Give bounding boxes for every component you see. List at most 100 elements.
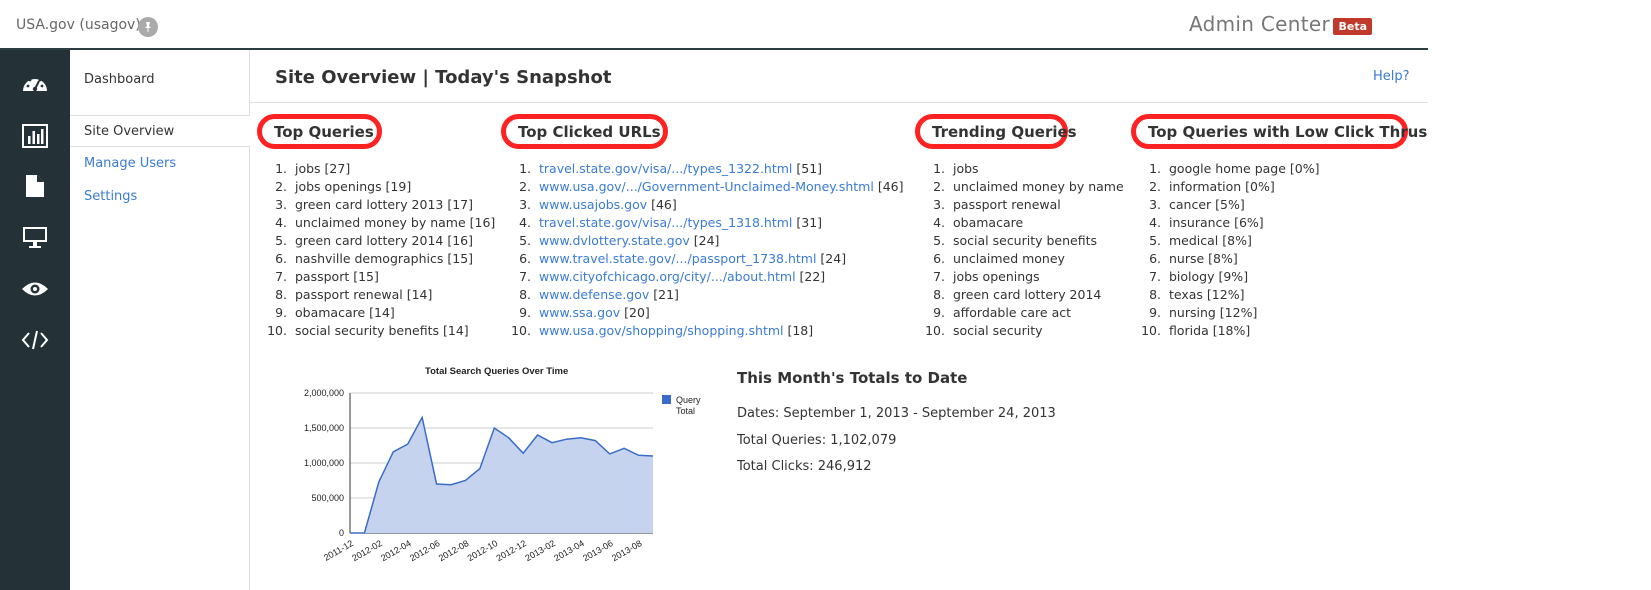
site-name: USA.gov (usagov)	[16, 17, 141, 33]
x-tick-label: 2013-04	[552, 538, 586, 563]
query-text: obamacare [14]	[295, 305, 395, 320]
query-text: unclaimed money by name	[953, 179, 1124, 194]
list-item: 7. biology [9%]	[1139, 268, 1320, 286]
rank-number: 5.	[519, 233, 531, 248]
list-item: 1. jobs	[923, 160, 1124, 178]
x-tick-label: 2013-06	[581, 538, 615, 563]
low-click-thrus-list: 1. google home page [0%] 2. information [0%…	[1139, 160, 1320, 340]
url-link[interactable]: www.dvlottery.state.gov	[539, 233, 690, 248]
y-tick-label: 500,000	[311, 493, 344, 503]
list-item[interactable]: 9. www.ssa.gov [20]	[509, 304, 903, 322]
top-clicked-urls-list: 1. travel.state.gov/visa/.../types_1322.h…	[509, 160, 903, 340]
rank-number: 3.	[933, 197, 945, 212]
url-link[interactable]: travel.state.gov/visa/.../types_1318.htm…	[539, 215, 792, 230]
document-icon[interactable]	[20, 171, 50, 201]
x-tick-label: 2012-06	[408, 538, 442, 563]
list-item: 4. unclaimed money by name [16]	[265, 214, 495, 232]
list-item[interactable]: 7. www.cityofchicago.org/city/.../about.h…	[509, 268, 903, 286]
query-text: medical [8%]	[1169, 233, 1252, 248]
dashboard-gauge-icon[interactable]	[20, 69, 50, 99]
pin-icon[interactable]	[138, 17, 158, 37]
url-link[interactable]: www.cityofchicago.org/city/.../about.htm…	[539, 269, 796, 284]
top-queries-list: 1. jobs [27] 2. jobs openings [19] 3. green c…	[265, 160, 495, 340]
nav-settings[interactable]: Settings	[84, 189, 137, 204]
help-link[interactable]: Help?	[1373, 69, 1410, 84]
totals-title: This Month's Totals to Date	[737, 369, 968, 387]
rank-number: 8.	[1149, 287, 1161, 302]
nav-manage-users[interactable]: Manage Users	[84, 156, 176, 171]
query-text: biology [9%]	[1169, 269, 1249, 284]
nav-dashboard[interactable]: Dashboard	[84, 72, 155, 87]
total-queries-chart: Total Search Queries Over Time 2,000,000 1…	[304, 366, 701, 563]
rank-number: 6.	[519, 251, 531, 266]
click-count: [31]	[792, 215, 823, 230]
list-item: 7. jobs openings	[923, 268, 1124, 286]
list-item: 2. jobs openings [19]	[265, 178, 495, 196]
nav-site-overview[interactable]: Site Overview	[70, 116, 250, 146]
legend-swatch	[662, 395, 671, 404]
click-count: [22]	[795, 269, 826, 284]
list-item[interactable]: 6. www.travel.state.gov/.../passport_1738…	[509, 250, 903, 268]
list-item: 5. green card lottery 2014 [16]	[265, 232, 495, 250]
query-text: florida [18%]	[1169, 323, 1251, 338]
rank-number: 7.	[519, 269, 531, 284]
list-item: 5. social security benefits	[923, 232, 1124, 250]
url-link[interactable]: www.usa.gov/.../Government-Unclaimed-Mon…	[539, 179, 874, 194]
click-count: [46]	[647, 197, 677, 212]
x-tick-label: 2012-08	[437, 538, 471, 563]
list-item[interactable]: 4. travel.state.gov/visa/.../types_1318.h…	[509, 214, 903, 232]
url-link[interactable]: www.travel.state.gov/.../passport_1738.h…	[539, 251, 816, 266]
list-item: 6. nashville demographics [15]	[265, 250, 495, 268]
query-text: nurse [8%]	[1169, 251, 1238, 266]
list-item[interactable]: 1. travel.state.gov/visa/.../types_1322.h…	[509, 160, 903, 178]
list-item[interactable]: 10. www.usa.gov/shopping/shopping.shtml […	[509, 322, 903, 340]
query-text: nursing [12%]	[1169, 305, 1258, 320]
query-text: unclaimed money by name [16]	[295, 215, 496, 230]
rank-number: 7.	[275, 269, 287, 284]
x-tick-label: 2012-10	[466, 538, 500, 563]
rank-number: 6.	[1149, 251, 1161, 266]
x-tick-label: 2012-04	[379, 538, 413, 563]
title-divider	[250, 102, 1428, 103]
y-tick-label: 1,500,000	[304, 423, 344, 433]
rank-number: 8.	[275, 287, 287, 302]
list-item[interactable]: 3. www.usajobs.gov [46]	[509, 196, 903, 214]
list-item[interactable]: 8. www.defense.gov [21]	[509, 286, 903, 304]
top-clicked-urls-heading: Top Clicked URLs	[501, 114, 668, 149]
list-item: 1. jobs [27]	[265, 160, 495, 178]
bar-chart-icon[interactable]	[20, 121, 50, 151]
query-text: passport renewal	[953, 197, 1061, 212]
query-text: jobs openings	[953, 269, 1040, 284]
rank-number: 5.	[1149, 233, 1161, 248]
url-link[interactable]: travel.state.gov/visa/.../types_1322.htm…	[539, 161, 792, 176]
totals-queries: Total Queries: 1,102,079	[737, 433, 897, 448]
x-tick-label: 2012-12	[495, 538, 529, 563]
click-count: [20]	[620, 305, 650, 320]
url-link[interactable]: www.usajobs.gov	[539, 197, 647, 212]
icon-rail	[0, 50, 70, 590]
url-link[interactable]: www.defense.gov	[539, 287, 649, 302]
list-item[interactable]: 5. www.dvlottery.state.gov [24]	[509, 232, 903, 250]
list-item: 3. passport renewal	[923, 196, 1124, 214]
rank-number: 6.	[933, 251, 945, 266]
eye-icon[interactable]	[20, 274, 50, 304]
query-text: unclaimed money	[953, 251, 1065, 266]
nav-divider	[70, 146, 250, 147]
monitor-icon[interactable]	[20, 222, 50, 252]
query-text: passport renewal [14]	[295, 287, 433, 302]
list-item: 8. green card lottery 2014	[923, 286, 1124, 304]
low-click-thrus-heading: Top Queries with Low Click Thrus	[1131, 114, 1427, 149]
list-item[interactable]: 2. www.usa.gov/.../Government-Unclaimed-M…	[509, 178, 903, 196]
url-link[interactable]: www.usa.gov/shopping/shopping.shtml	[539, 323, 784, 338]
admin-center-title: Admin Center	[1188, 12, 1330, 36]
page-title: Site Overview | Today's Snapshot	[275, 67, 612, 88]
list-item: 10. social security benefits [14]	[265, 322, 495, 340]
rank-number: 10.	[267, 323, 287, 338]
x-tick-label: 2011-12	[322, 538, 355, 563]
rank-number: 10.	[925, 323, 945, 338]
rank-number: 8.	[933, 287, 945, 302]
rank-number: 4.	[1149, 215, 1161, 230]
code-icon[interactable]	[20, 325, 50, 355]
side-nav: Dashboard Site Overview Manage Users Set…	[70, 50, 250, 590]
url-link[interactable]: www.ssa.gov	[539, 305, 620, 320]
